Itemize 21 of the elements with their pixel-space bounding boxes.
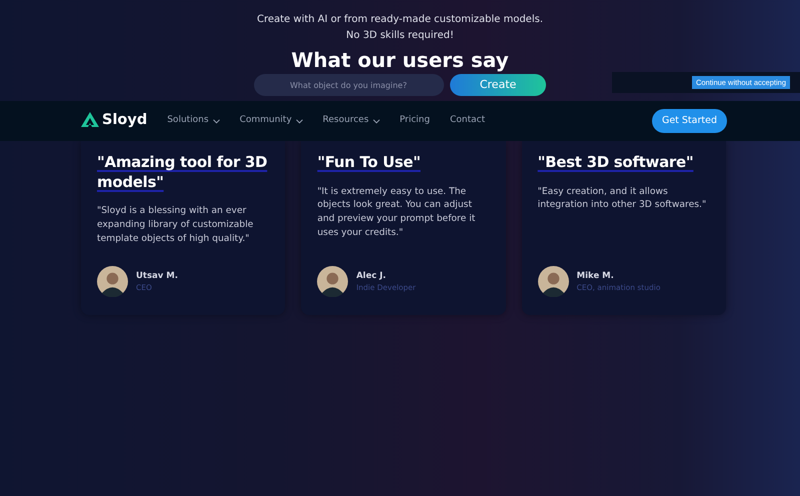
logo-text[interactable]: Sloyd	[102, 110, 148, 132]
search-field[interactable]: What object do you imagine?	[254, 74, 444, 96]
testimonial-title: "Best 3D software"	[538, 153, 694, 172]
nav-link[interactable]: Community	[240, 114, 303, 128]
person-name: Mike M.	[576, 270, 615, 282]
nav-link[interactable]: Resources	[322, 114, 380, 128]
testimonial-quote: "Easy creation, and it allows integration into other 3D softwares."	[538, 184, 708, 212]
avatar-icon	[317, 266, 348, 297]
person-name: Alec J.	[356, 270, 387, 282]
testimonial-quote: "It is extremely easy to use. The objects look great. You can adjust and preview your prompt before it uses your credits."	[317, 184, 476, 240]
nav-link[interactable]: Solutions	[167, 114, 220, 128]
testimonial-quote: "Sloyd is a blessing with an ever expanding library of customizable template objects of high quality."	[97, 204, 254, 246]
nav-link[interactable]: Pricing	[400, 114, 430, 128]
hero-subtitle: Create with AI or from ready-made customizable models. No 3D skills required!	[256, 13, 544, 43]
person-name: Utsav M.	[136, 270, 178, 282]
section-heading: What our users say	[291, 49, 509, 71]
testimonial-title: "Fun To Use"	[317, 153, 422, 172]
nav-link[interactable]: Contact	[450, 114, 485, 128]
testimonial-title: "Amazing tool for 3D models"	[97, 153, 268, 192]
avatar-icon	[538, 266, 569, 297]
avatar-icon	[97, 266, 128, 297]
